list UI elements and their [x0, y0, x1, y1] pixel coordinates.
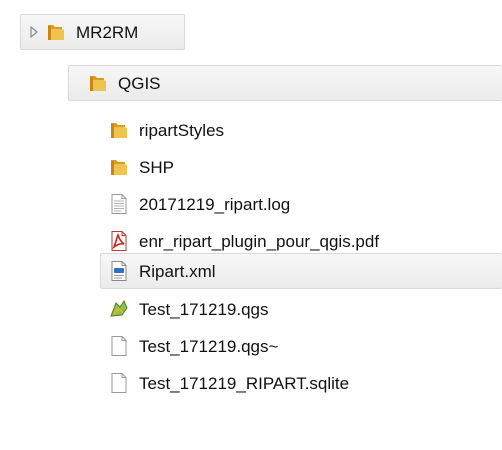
text-file-icon: [108, 193, 130, 215]
tree-item-qgs[interactable]: Test_171219.qgs: [100, 291, 502, 327]
tree-item-mr2rm[interactable]: MR2RM: [20, 14, 185, 50]
qgis-project-icon: [110, 444, 132, 450]
tree-item-label: enr_ripart_plugin_pour_qgis.pdf: [139, 231, 380, 251]
blank-file-icon: [108, 335, 130, 357]
folder-icon: [87, 72, 109, 94]
tree-item-partial: [110, 444, 132, 450]
tree-item-label: Test_171219_RIPART.sqlite: [139, 373, 350, 393]
tree-item-qgs-backup[interactable]: Test_171219.qgs~: [100, 328, 502, 364]
triangle-right-icon[interactable]: [29, 26, 39, 38]
tree-item-shp[interactable]: SHP: [100, 149, 502, 185]
xml-file-icon: [108, 260, 130, 282]
tree-item-label: QGIS: [118, 73, 161, 93]
tree-item-label: MR2RM: [76, 22, 139, 42]
qgis-project-icon: [108, 298, 130, 320]
folder-icon: [45, 21, 67, 43]
tree-item-ripart-log[interactable]: 20171219_ripart.log: [100, 186, 502, 222]
tree-item-label: Test_171219.qgs: [139, 299, 269, 319]
tree-item-ripart-xml[interactable]: Ripart.xml: [100, 253, 502, 289]
folder-icon: [108, 119, 130, 141]
folder-icon: [108, 156, 130, 178]
tree-item-label: 20171219_ripart.log: [139, 194, 291, 214]
tree-item-label: Test_171219.qgs~: [139, 336, 279, 356]
tree-item-ripartstyles[interactable]: ripartStyles: [100, 112, 502, 148]
tree-item-sqlite[interactable]: Test_171219_RIPART.sqlite: [100, 365, 502, 401]
tree-item-label: SHP: [139, 157, 174, 177]
tree-item-label: Ripart.xml: [139, 261, 216, 281]
tree-item-label: ripartStyles: [139, 120, 225, 140]
pdf-file-icon: [108, 230, 130, 252]
blank-file-icon: [108, 372, 130, 394]
tree-item-qgis[interactable]: QGIS: [68, 65, 502, 101]
